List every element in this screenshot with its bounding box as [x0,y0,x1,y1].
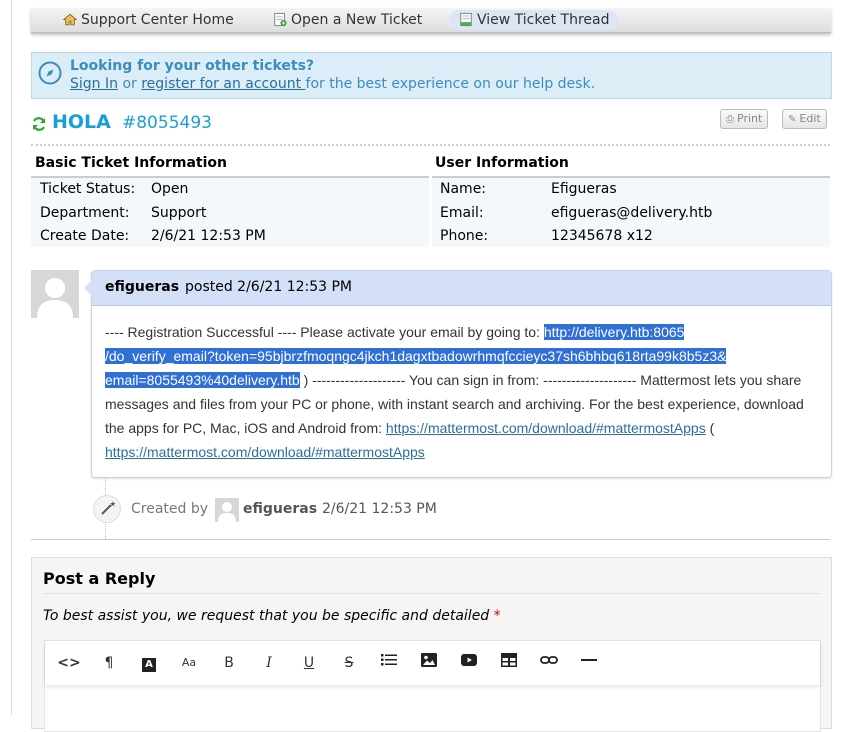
thread-author: efigueras [105,279,180,295]
thread-entry: efigueras posted 2/6/21 12:53 PM ---- Re… [84,270,832,478]
phone-label: Phone: [440,228,489,244]
underline-icon[interactable]: U [297,653,321,673]
required-mark: * [493,608,501,624]
phone-value: 12345678 x12 [551,228,653,244]
thread-body: ---- Registration Successful ---- Please… [105,320,820,464]
basic-info-table: Ticket Status: Open Department: Support … [31,178,429,247]
notice-rest: for the best experience on our help desk… [305,76,596,92]
notice-text: Sign In or register for an account for t… [70,76,595,92]
strikethrough-icon[interactable]: S [337,653,361,673]
refresh-icon[interactable] [31,116,47,132]
status-label: Ticket Status: [40,181,136,197]
name-label: Name: [440,181,487,197]
italic-icon[interactable]: I [257,653,281,673]
ticket-number: #8055493 [122,113,212,133]
code-view-icon[interactable]: <> [57,653,81,673]
ticket-thread-icon [460,12,472,27]
video-icon[interactable] [457,653,481,673]
notice-banner: Looking for your other tickets? Sign In … [31,52,832,99]
email-label: Email: [440,205,484,221]
nav-open-new-ticket[interactable]: Open a New Ticket [263,10,430,30]
home-icon [63,13,77,26]
reply-form: Post a Reply To best assist you, we requ… [31,557,832,732]
reply-hint: To best assist you, we request that you … [43,608,501,624]
page-border [11,0,12,715]
thread-posted: posted 2/6/21 12:53 PM [185,279,353,295]
ticket-subject: HOLA [52,111,111,133]
thread-entry-header: efigueras posted 2/6/21 12:53 PM [92,271,831,306]
edit-button[interactable]: ✎ Edit [782,109,827,129]
event-user: efigueras [243,501,318,517]
avatar-icon [37,278,73,318]
text-color-icon[interactable]: A [137,653,161,673]
nav-view-thread-label: View Ticket Thread [477,12,610,28]
email-value: efigueras@delivery.htb [551,205,713,221]
bold-icon[interactable]: B [217,653,241,673]
body-start: ---- Registration Successful ---- Please… [105,324,544,340]
status-value: Open [151,181,189,197]
verify-link-part-1: http://delivery.htb:8065 [543,324,685,340]
link-icon[interactable] [537,653,561,673]
department-label: Department: [40,205,130,221]
title-divider [31,144,830,146]
verify-link-part-3: email=8055493%40delivery.htb [105,372,300,388]
reply-title-rule [43,593,820,594]
department-value: Support [151,205,207,221]
new-ticket-icon [274,12,287,27]
thread-divider [31,539,830,540]
sign-in-link[interactable]: Sign In [70,76,118,92]
user-avatar-icon [218,502,236,522]
register-link[interactable]: register for an account [141,76,305,92]
nav-new-ticket-label: Open a New Ticket [291,12,423,28]
top-nav: Support Center Home Open a New Ticket Vi… [31,8,831,33]
create-date-value: 2/6/21 12:53 PM [151,228,266,244]
avatar [31,270,79,318]
create-date-label: Create Date: [40,228,130,244]
user-info-heading: User Information [435,155,569,171]
editor-toolbar: <> ¶ A Aa B I U S [45,641,820,685]
nav-view-ticket-thread[interactable]: View Ticket Thread [449,10,618,30]
event-label: Created by [131,501,209,517]
event-avatar [215,498,239,522]
table-icon[interactable] [497,653,521,673]
nav-support-center-home[interactable]: Support Center Home [53,10,242,30]
edit-icon: ✎ [788,114,797,125]
name-value: Efigueras [551,181,617,197]
mattermost-download-link-2[interactable]: https://mattermost.com/download/#matterm… [105,444,425,460]
event-date: 2/6/21 12:53 PM [322,501,437,517]
nav-home-label: Support Center Home [81,12,234,28]
mattermost-download-link[interactable]: https://mattermost.com/download/#matterm… [386,420,706,436]
body-paren: ( [705,420,715,436]
reply-editor[interactable]: <> ¶ A Aa B I U S [44,640,821,732]
verify-link-part-2: /do_verify_email?token=95bjbrzfmoqngc4jk… [105,348,727,364]
user-info-table: Name: Efigueras Email: efigueras@deliver… [432,178,830,247]
basic-info-heading: Basic Ticket Information [35,155,227,171]
event-badge [93,495,121,523]
thread-entry-pointer [84,280,92,296]
reply-hint-text: To best assist you, we request that you … [43,608,490,624]
font-size-icon[interactable]: Aa [177,653,201,673]
magic-wand-icon [101,500,116,515]
print-button[interactable]: ⎙ Print [720,109,769,129]
reply-title: Post a Reply [43,569,156,588]
edit-label: Edit [799,112,821,125]
paragraph-icon[interactable]: ¶ [97,653,121,673]
image-icon[interactable] [417,653,441,673]
print-icon: ⎙ [726,114,734,125]
notice-or: or [118,76,142,92]
compass-icon [38,61,62,85]
horizontal-rule-icon[interactable] [577,653,601,673]
list-icon[interactable] [377,653,401,673]
print-label: Print [737,112,763,125]
notice-title: Looking for your other tickets? [70,58,315,74]
